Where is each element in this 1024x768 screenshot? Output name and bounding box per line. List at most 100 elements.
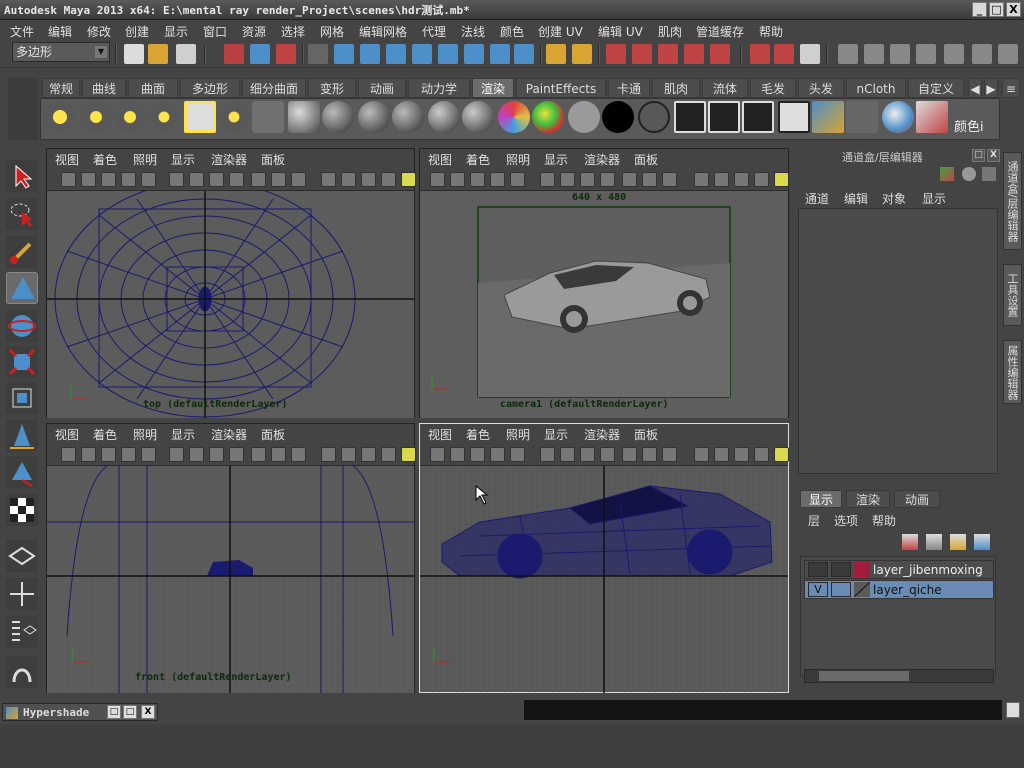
menu-window[interactable]: 窗口 xyxy=(203,23,227,40)
tab-animation[interactable]: 动画 xyxy=(358,78,406,98)
soft-mod-tool-icon[interactable] xyxy=(6,420,38,452)
render-settings-clapper-icon[interactable] xyxy=(778,101,810,133)
menu-file[interactable]: 文件 xyxy=(10,23,34,40)
shelf-menu-button[interactable]: ≡ xyxy=(1002,78,1020,98)
vertex-mask-icon[interactable] xyxy=(334,44,354,64)
layer-scroll-thumb[interactable] xyxy=(819,671,909,681)
cb-menu-show[interactable]: 显示 xyxy=(922,190,946,207)
menu-edit-uv[interactable]: 编辑 UV xyxy=(598,23,643,40)
vp-menu-show[interactable]: 显示 xyxy=(544,151,568,168)
save-scene-icon[interactable] xyxy=(176,44,196,64)
vp-menu-shading[interactable]: 着色 xyxy=(93,151,117,168)
shading-map-icon[interactable] xyxy=(638,101,670,133)
vp-menu-panels[interactable]: 面板 xyxy=(261,426,285,443)
snap-curve-icon[interactable] xyxy=(632,44,652,64)
texture-icon[interactable] xyxy=(291,447,306,462)
select-hierarchy-icon[interactable] xyxy=(224,44,244,64)
menu-mesh[interactable]: 网格 xyxy=(320,23,344,40)
xray-icon[interactable] xyxy=(622,447,637,462)
layer-type-toggle[interactable] xyxy=(831,562,851,577)
isolate-icon[interactable] xyxy=(694,447,709,462)
tab-dynamics[interactable]: 动力学 xyxy=(408,78,470,98)
camera-attributes-icon[interactable] xyxy=(81,447,96,462)
shelf-scroll-left-button[interactable]: ◀ xyxy=(968,78,982,98)
cube-icon[interactable] xyxy=(714,447,729,462)
menu-assets[interactable]: 资源 xyxy=(242,23,266,40)
menu-set-select[interactable]: 多边形 ▼ xyxy=(12,42,110,62)
input-ops-icon[interactable] xyxy=(750,44,770,64)
highlight-icon[interactable] xyxy=(401,447,416,462)
tab-surfaces[interactable]: 曲面 xyxy=(128,78,178,98)
vp-menu-renderer[interactable]: 渲染器 xyxy=(584,151,620,168)
ramp-shader-icon[interactable] xyxy=(498,101,530,133)
layer-editor-mode-icon[interactable] xyxy=(962,167,976,181)
cube-icon[interactable] xyxy=(341,447,356,462)
cube-shaded-icon[interactable] xyxy=(361,172,376,187)
layer-type-toggle[interactable] xyxy=(831,582,851,597)
vp-menu-panels[interactable]: 面板 xyxy=(634,151,658,168)
vp-menu-show[interactable]: 显示 xyxy=(171,151,195,168)
layered-shader-icon[interactable] xyxy=(532,101,564,133)
close-panel-button[interactable]: X xyxy=(987,149,1000,162)
resolution-gate-icon[interactable] xyxy=(271,447,286,462)
layer-menu-help[interactable]: 帮助 xyxy=(872,512,896,529)
side-tab-channel-box[interactable]: 通道盒/层编辑器 xyxy=(1003,152,1022,250)
shadows-icon[interactable] xyxy=(600,172,615,187)
show-tool-settings-icon[interactable] xyxy=(972,44,992,64)
layer-color-swatch[interactable] xyxy=(853,581,871,598)
batch-clapper-icon[interactable] xyxy=(742,101,774,133)
menu-modify[interactable]: 修改 xyxy=(87,23,111,40)
layer-move-up-icon[interactable] xyxy=(902,534,918,550)
camera-select-icon[interactable] xyxy=(430,447,445,462)
lights-icon[interactable] xyxy=(209,172,224,187)
filter-icon[interactable] xyxy=(308,44,328,64)
vp-menu-lighting[interactable]: 照明 xyxy=(506,426,530,443)
checker-icon[interactable] xyxy=(754,172,769,187)
menu-edit[interactable]: 编辑 xyxy=(48,23,72,40)
output-ops-icon[interactable] xyxy=(774,44,794,64)
layer-visibility-toggle[interactable]: V xyxy=(808,582,828,597)
shelf-scroll-right-button[interactable]: ▶ xyxy=(984,78,998,98)
render-view-icon[interactable] xyxy=(838,44,858,64)
wireframe-icon[interactable] xyxy=(540,447,555,462)
snap-grid-icon[interactable] xyxy=(606,44,626,64)
area-light-icon[interactable] xyxy=(184,101,216,133)
show-attribute-editor-icon[interactable] xyxy=(944,44,964,64)
surface-shader-icon[interactable] xyxy=(568,101,600,133)
cb-menu-channels[interactable]: 通道 xyxy=(805,190,829,207)
menu-proxy[interactable]: 代理 xyxy=(422,23,446,40)
ipr-clapper-icon[interactable] xyxy=(708,101,740,133)
image-plane-icon[interactable] xyxy=(121,172,136,187)
tab-painteffects[interactable]: PaintEffects xyxy=(516,78,606,98)
layer-color-swatch[interactable] xyxy=(854,562,870,577)
toon-shader-icon[interactable] xyxy=(882,101,914,133)
last-tool-icon[interactable] xyxy=(6,494,38,526)
viewport-front[interactable]: 视图 着色 照明 显示 渲染器 面板 front (defaultRenderL… xyxy=(46,423,416,693)
layer-tab-animation[interactable]: 动画 xyxy=(894,490,940,508)
new-scene-icon[interactable] xyxy=(124,44,144,64)
hypershade-maximize-button[interactable]: □ xyxy=(123,705,137,719)
vp-menu-lighting[interactable]: 照明 xyxy=(133,151,157,168)
menu-edit-mesh[interactable]: 编辑网格 xyxy=(359,23,407,40)
grid-toggle-icon[interactable] xyxy=(141,447,156,462)
tab-rendering[interactable]: 渲染 xyxy=(472,78,514,98)
layer-scrollbar[interactable] xyxy=(804,669,994,683)
render-settings-icon[interactable] xyxy=(916,44,936,64)
vp-menu-shading[interactable]: 着色 xyxy=(466,151,490,168)
smooth-shade-icon[interactable] xyxy=(560,447,575,462)
vp-menu-renderer[interactable]: 渲染器 xyxy=(211,426,247,443)
manipulator-tool-icon[interactable] xyxy=(6,382,38,414)
vp-menu-view[interactable]: 视图 xyxy=(55,426,79,443)
snap-live-icon[interactable] xyxy=(710,44,730,64)
use-background-icon[interactable] xyxy=(602,101,634,133)
menu-pipeline-cache[interactable]: 管道缓存 xyxy=(696,23,744,40)
cb-menu-edit[interactable]: 编辑 xyxy=(844,190,868,207)
object-mask-icon[interactable] xyxy=(438,44,458,64)
tab-custom[interactable]: 自定义 xyxy=(908,78,964,98)
vp-menu-view[interactable]: 视图 xyxy=(428,426,452,443)
vp-menu-view[interactable]: 视图 xyxy=(55,151,79,168)
snap-plane-icon[interactable] xyxy=(684,44,704,64)
lights-icon[interactable] xyxy=(209,447,224,462)
ambient-light-icon[interactable] xyxy=(44,101,76,133)
layer-row[interactable]: layer_jibenmoxing xyxy=(804,560,994,579)
